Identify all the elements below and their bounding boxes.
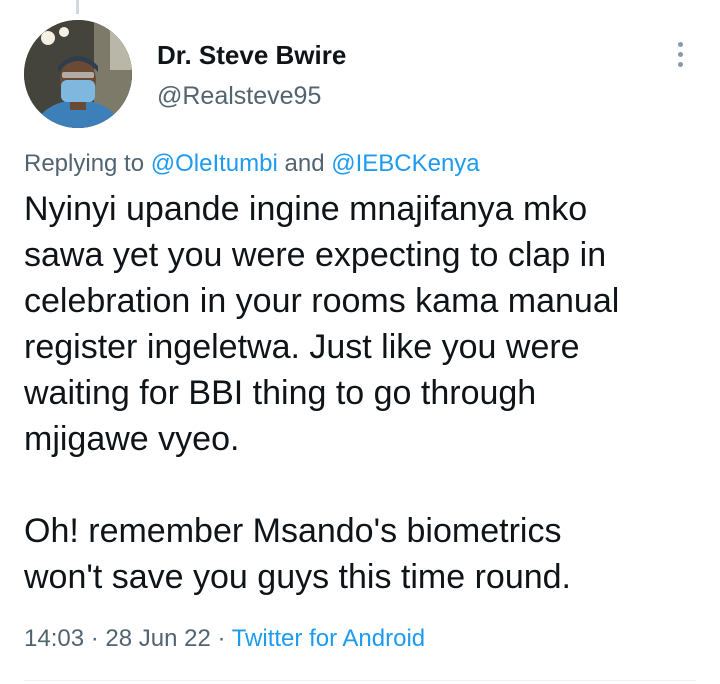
tweet-metadata: 14:03 · 28 Jun 22 · Twitter for Android bbox=[24, 625, 425, 653]
tweet-source-link[interactable]: Twitter for Android bbox=[232, 625, 425, 652]
tweet-paragraph: Nyinyi upande ingine mnajifanya mko sawa… bbox=[24, 190, 620, 458]
more-vertical-icon-dot bbox=[677, 51, 683, 57]
author-handle[interactable]: @Realsteve95 bbox=[157, 82, 321, 111]
thread-connector-line bbox=[76, 0, 79, 14]
avatar-image bbox=[24, 20, 132, 128]
more-options-button[interactable] bbox=[664, 36, 696, 72]
mention-link-iebckenya[interactable]: @IEBCKenya bbox=[331, 150, 479, 177]
avatar[interactable] bbox=[24, 20, 132, 128]
divider bbox=[24, 680, 696, 681]
tweet-time[interactable]: 14:03 bbox=[24, 625, 84, 652]
replying-prefix: Replying to bbox=[24, 150, 151, 177]
author-name[interactable]: Dr. Steve Bwire bbox=[157, 40, 346, 71]
meta-separator: · bbox=[84, 625, 106, 652]
tweet-date[interactable]: 28 Jun 22 bbox=[105, 625, 210, 652]
more-vertical-icon bbox=[677, 41, 683, 47]
mention-link-oleitumbi[interactable]: @OleItumbi bbox=[151, 150, 278, 177]
meta-separator: · bbox=[210, 625, 232, 652]
tweet-paragraph: Oh! remember Msando's biometrics won't s… bbox=[24, 512, 571, 596]
tweet-text: Nyinyi upande ingine mnajifanya mko sawa… bbox=[24, 186, 696, 600]
more-vertical-icon-dot bbox=[677, 61, 683, 67]
replying-to-line: Replying to @OleItumbi and @IEBCKenya bbox=[24, 150, 480, 178]
replying-joiner: and bbox=[277, 150, 332, 177]
